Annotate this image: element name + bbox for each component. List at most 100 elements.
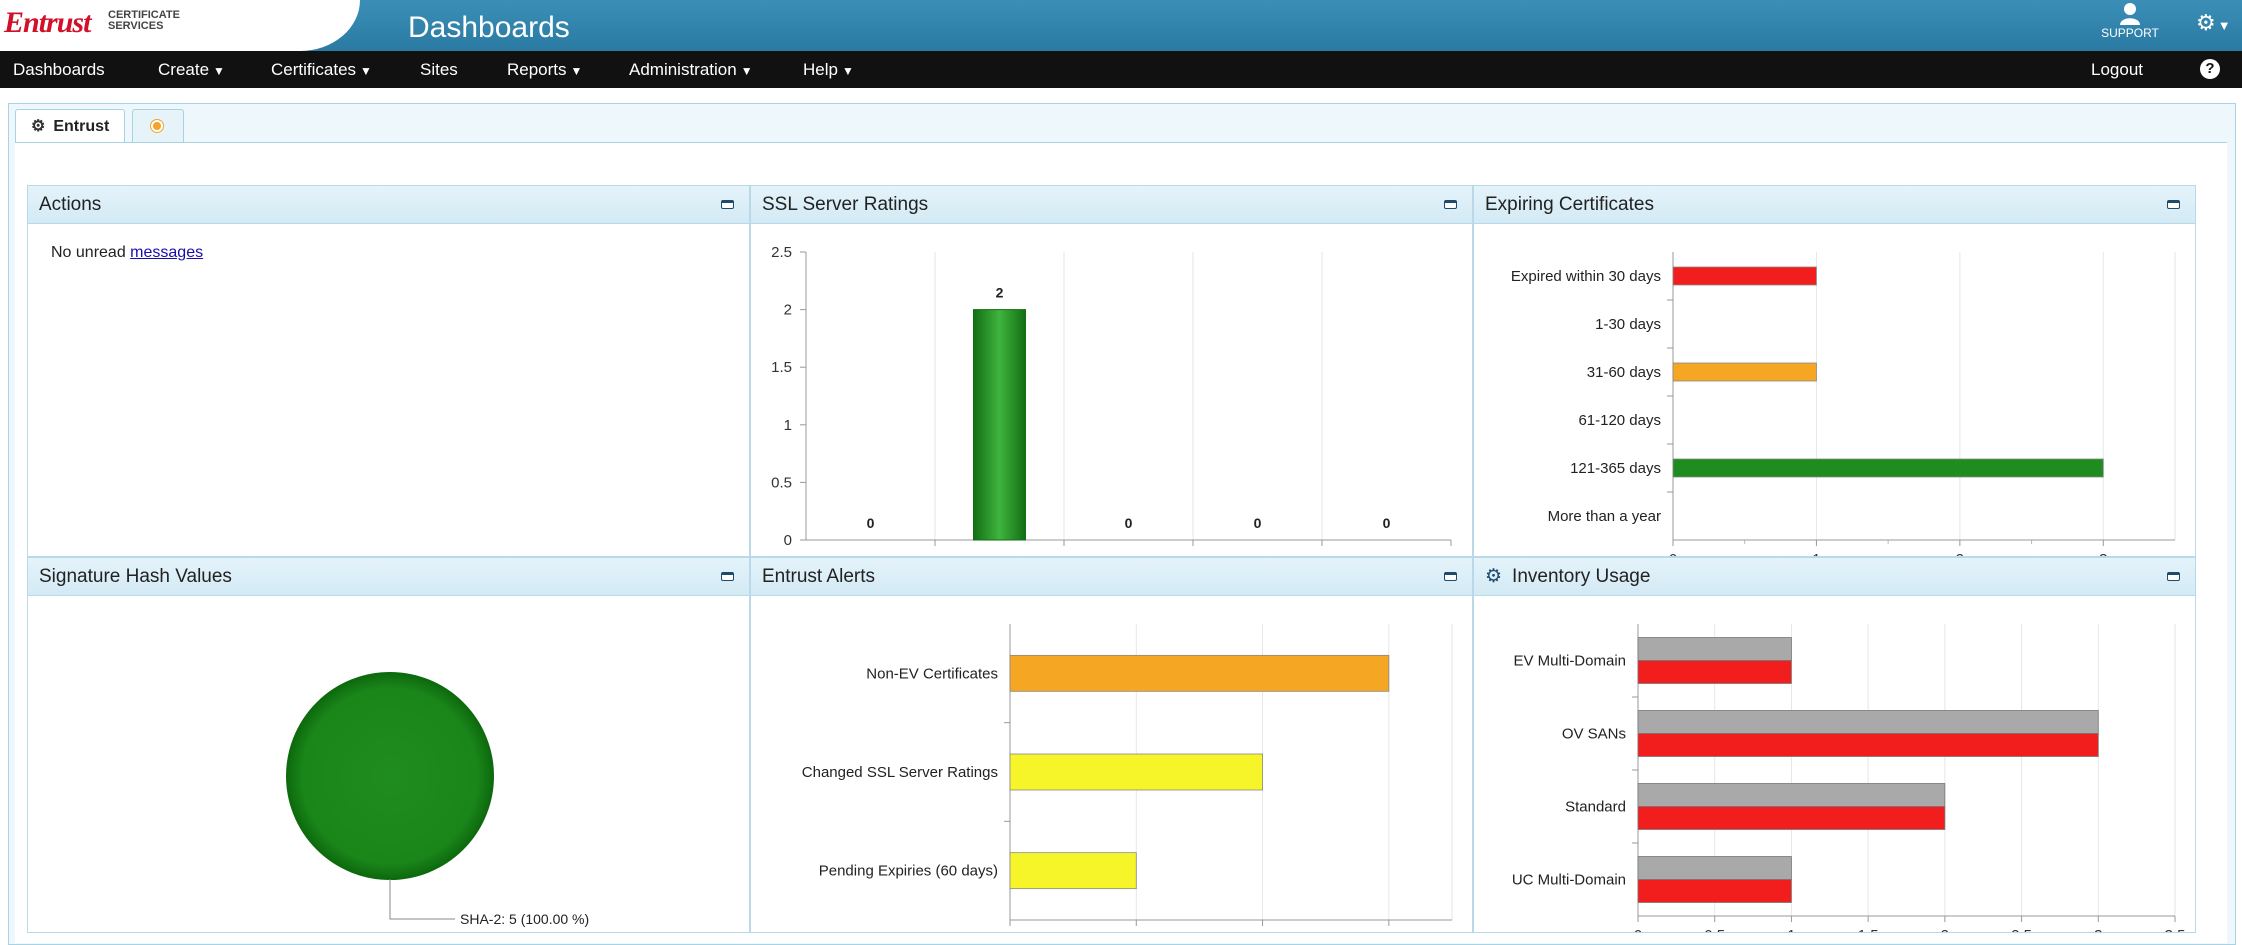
- x-tick-label: A: [994, 553, 1004, 556]
- gear-icon[interactable]: ⚙: [1485, 566, 1502, 587]
- x-tick-label: 2: [1258, 931, 1266, 932]
- x-tick-label: 2: [1956, 551, 1964, 556]
- y-tick-label: 0.5: [771, 474, 792, 491]
- x-tick-label: 0.5: [1704, 927, 1725, 932]
- portlet-title: SSL Server Ratings: [762, 194, 929, 215]
- data-label: 0: [867, 515, 875, 531]
- y-tick-label: 1-30 days: [1595, 316, 1661, 333]
- caret-down-icon: ▼: [213, 64, 225, 78]
- x-tick-label: 2: [1941, 927, 1949, 932]
- gear-icon: ⚙: [2196, 10, 2216, 35]
- bar: [1672, 266, 1817, 286]
- nav-reports[interactable]: Reports ▼: [507, 51, 582, 88]
- caret-down-icon: ▼: [740, 64, 753, 78]
- logout-link[interactable]: Logout: [2091, 51, 2143, 88]
- minimize-icon[interactable]: [721, 200, 734, 209]
- y-tick-label: More than a year: [1548, 508, 1661, 525]
- messages-link[interactable]: messages: [130, 244, 203, 261]
- portlet-title: Signature Hash Values: [39, 566, 232, 587]
- minimize-icon[interactable]: [721, 572, 734, 581]
- bar: [1637, 806, 1946, 830]
- entrust-logo: Entrust: [4, 6, 91, 39]
- nav-sites[interactable]: Sites: [420, 51, 458, 88]
- signature-hash-chart: SHA-2: 5 (100.00 %): [286, 672, 589, 927]
- x-tick-label: 0: [1669, 551, 1677, 556]
- portlet-header: SSL Server Ratings: [751, 186, 1472, 224]
- x-tick-label: 1: [1812, 551, 1820, 556]
- support-button[interactable]: SUPPORT: [2100, 2, 2160, 40]
- y-tick-label: OV SANs: [1562, 726, 1626, 743]
- y-tick-label: 1: [784, 417, 792, 434]
- expiring-certificates-chart: 0 1 2 3 Expired within 30 days 1-30 days 31-60…: [1511, 252, 2176, 568]
- support-label: SUPPORT: [2101, 26, 2159, 40]
- bar: [1637, 637, 1792, 661]
- nav-administration[interactable]: Administration ▼: [629, 51, 753, 88]
- y-tick-label: 61-120 days: [1578, 412, 1661, 429]
- ssl-ratings-chart: 0 0.5 1 1.5 2 2.5 0 A+ 2 A 0 A- 0 B 0 C: [771, 244, 1452, 570]
- top-header: Entrust CERTIFICATE SERVICES Dashboards …: [0, 0, 2242, 51]
- portlet-inventory-usage: ⚙ Inventory Usage 0 0.5 1 1.5 2 2.5 3 3.5 EV Mult…: [1473, 557, 2196, 944]
- y-tick-label: Expired within 30 days: [1511, 268, 1661, 285]
- bar: [1672, 458, 2104, 478]
- bar: [1009, 654, 1390, 692]
- bar: [973, 309, 1026, 541]
- portlet-entrust-alerts: Entrust Alerts 0 1 2 3 Non-EV Certificates Ch…: [750, 557, 1473, 945]
- x-tick-label: 0: [1006, 931, 1014, 932]
- minimize-icon[interactable]: [1444, 200, 1457, 209]
- y-tick-label: 31-60 days: [1587, 364, 1661, 381]
- portlet-header: Expiring Certificates: [1474, 186, 2195, 224]
- x-tick-label: 1: [1132, 931, 1140, 932]
- pie-slice: [286, 672, 494, 880]
- portlet-title: Entrust Alerts: [762, 566, 875, 587]
- x-tick-label: A+: [861, 553, 880, 556]
- messages-status: No unread messages: [51, 244, 204, 261]
- bar: [1637, 710, 2099, 734]
- minimize-icon[interactable]: [1444, 572, 1457, 581]
- main-nav: Dashboards Create ▼ Certificates ▼ Sites R…: [0, 51, 2242, 88]
- help-icon[interactable]: ?: [2200, 59, 2220, 79]
- app-title: Dashboards: [408, 11, 570, 44]
- bar: [1672, 362, 1817, 382]
- y-tick-label: 2: [784, 302, 792, 319]
- portlet-header: Signature Hash Values: [28, 558, 749, 596]
- portlet-ssl-server-ratings: SSL Server Ratings 00.511.522.50A+2A0A-0…: [750, 185, 1473, 570]
- logo-area: Entrust CERTIFICATE SERVICES: [0, 0, 360, 51]
- portlet-header: Actions: [28, 186, 749, 224]
- minimize-icon[interactable]: [2167, 572, 2180, 581]
- bar: [1009, 852, 1137, 890]
- add-circle-icon: [151, 120, 163, 132]
- x-tick-label: 2.5: [2011, 927, 2032, 932]
- tab-entrust[interactable]: ⚙ Entrust: [15, 109, 126, 143]
- bar: [1637, 733, 2099, 757]
- caret-down-icon: ▼: [570, 64, 583, 78]
- bar: [1637, 783, 1946, 807]
- y-tick-label: Standard: [1565, 799, 1626, 816]
- caret-down-icon: ▼: [841, 64, 854, 78]
- nav-dashboards[interactable]: Dashboards: [13, 51, 105, 88]
- data-label: 2: [996, 285, 1004, 301]
- x-tick-label: 3: [1385, 931, 1393, 932]
- portlet-expiring-certificates: Expiring Certificates 0 1 2 3 Expired within…: [1473, 185, 2196, 568]
- nav-certificates[interactable]: Certificates ▼: [271, 51, 372, 88]
- bar: [1637, 660, 1792, 684]
- portlet-header: ⚙ Inventory Usage: [1474, 558, 2195, 596]
- y-tick-label: 121-365 days: [1570, 460, 1661, 477]
- y-tick-label: UC Multi-Domain: [1512, 872, 1626, 889]
- bar: [1637, 879, 1792, 903]
- x-tick-label: 3: [2099, 551, 2107, 556]
- add-tab-button[interactable]: [132, 109, 184, 143]
- x-tick-label: C: [1381, 553, 1392, 556]
- pie-leader-line: [389, 879, 455, 920]
- pie-label: SHA-2: 5 (100.00 %): [460, 911, 589, 927]
- nav-help[interactable]: Help ▼: [803, 51, 854, 88]
- portlet-actions: Actions No unread messages: [27, 185, 750, 557]
- y-tick-label: 0: [784, 532, 792, 549]
- caret-down-icon: ▼: [360, 64, 372, 78]
- y-tick-label: EV Multi-Domain: [1513, 653, 1626, 670]
- minimize-icon[interactable]: [2167, 200, 2180, 209]
- entrust-alerts-chart: 0 1 2 3 Non-EV Certificates Changed SSL Serve…: [802, 624, 1453, 945]
- x-tick-label: A-: [1121, 553, 1136, 556]
- x-tick-label: B: [1252, 553, 1262, 556]
- nav-create[interactable]: Create ▼: [158, 51, 225, 88]
- settings-menu-button[interactable]: ⚙ ▼: [2196, 10, 2231, 36]
